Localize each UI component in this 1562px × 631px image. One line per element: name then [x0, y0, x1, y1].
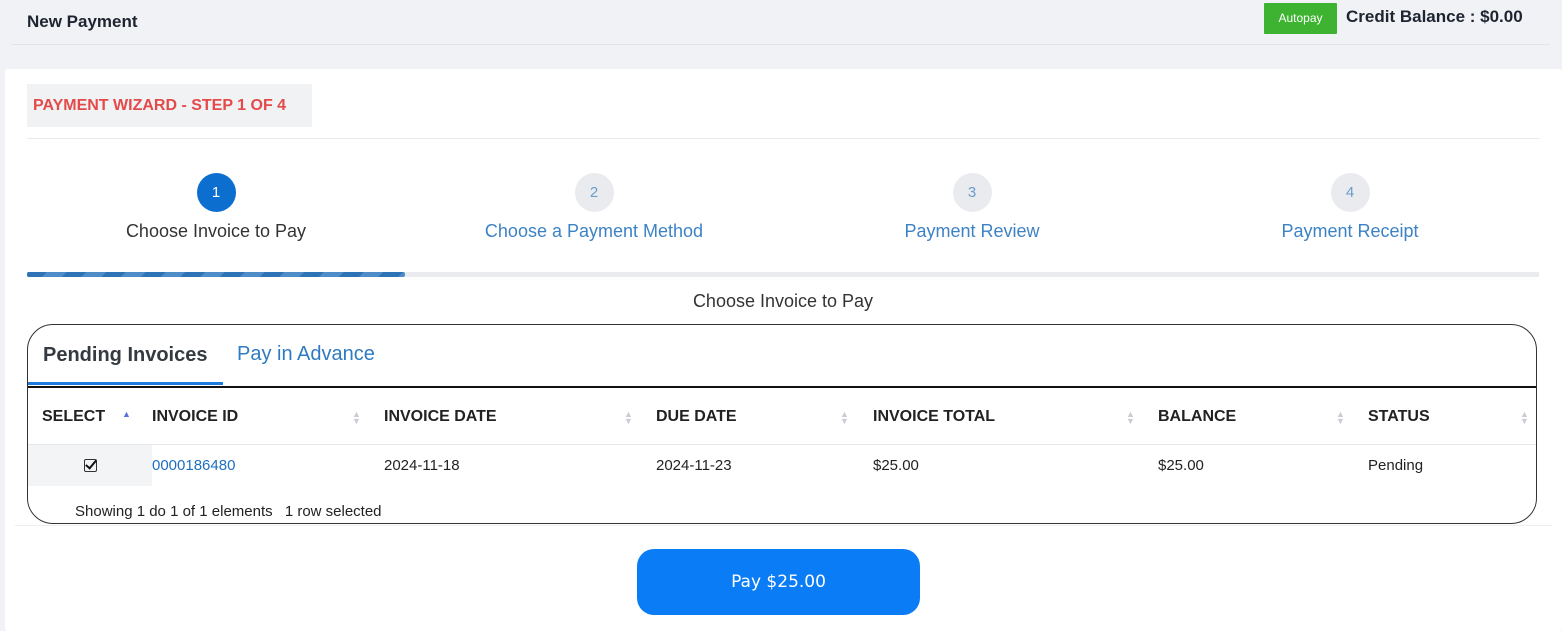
invoice-table: SELECT ▲ INVOICE ID ▲ ▼ INVOICE DATE ▲ ▼ D… [28, 390, 1536, 486]
step-number-3: 3 [952, 173, 992, 212]
column-header-select-label: SELECT [42, 407, 106, 425]
checkbox-checked-icon[interactable] [83, 459, 97, 473]
step-number-1: 1 [196, 173, 236, 212]
card-divider [27, 138, 1540, 139]
invoice-table-panel: Pending Invoices Pay in Advance SELECT ▲… [27, 324, 1537, 524]
wizard-step-3[interactable]: 3 Payment Review [783, 173, 1161, 242]
wizard-progress-fill [27, 272, 405, 277]
table-selection-info: 1 row selected [284, 503, 382, 520]
sort-arrows-icon[interactable]: ▲ ▼ [352, 410, 361, 426]
table-row[interactable]: 0000186480 2024-11-18 2024-11-23 $25.00 … [28, 444, 1536, 486]
wizard-step-4[interactable]: 4 Payment Receipt [1161, 173, 1539, 242]
table-info-count: Showing 1 do 1 of 1 elements [75, 503, 273, 520]
column-header-invoice-date-label: INVOICE DATE [384, 407, 497, 425]
column-header-invoice-id[interactable]: INVOICE ID ▲ ▼ [152, 390, 384, 445]
sort-asc-icon[interactable]: ▲ [122, 410, 131, 419]
invoice-id-link[interactable]: 0000186480 [152, 457, 235, 474]
payment-card: PAYMENT WIZARD - STEP 1 OF 4 1 Choose In… [5, 69, 1562, 631]
column-header-status-label: STATUS [1368, 407, 1430, 425]
column-header-status[interactable]: STATUS ▲ ▼ [1368, 390, 1536, 445]
wizard-step-2[interactable]: 2 Choose a Payment Method [405, 173, 783, 242]
autopay-button[interactable]: Autopay [1264, 3, 1337, 34]
sort-arrows-icon[interactable]: ▲ ▼ [840, 410, 849, 426]
pay-button[interactable]: Pay $25.00 [637, 549, 920, 615]
table-info: Showing 1 do 1 of 1 elements 1 row selec… [75, 503, 390, 520]
step-label-1: Choose Invoice to Pay [125, 221, 307, 241]
step-label-3: Payment Review [904, 221, 1040, 241]
tab-pay-in-advance[interactable]: Pay in Advance [237, 343, 375, 381]
section-title: Choose Invoice to Pay [692, 291, 874, 311]
step-number-4: 4 [1330, 173, 1370, 212]
row-select-cell[interactable] [28, 444, 152, 486]
header-divider [12, 44, 1550, 45]
column-header-due-date-label: DUE DATE [656, 407, 737, 425]
step-label-4: Payment Receipt [1281, 221, 1419, 241]
table-header-row: SELECT ▲ INVOICE ID ▲ ▼ INVOICE DATE ▲ ▼ D… [28, 390, 1536, 445]
invoice-total-cell: $25.00 [873, 456, 919, 474]
due-date-cell: 2024-11-23 [656, 456, 732, 474]
column-header-invoice-date[interactable]: INVOICE DATE ▲ ▼ [384, 390, 656, 445]
page-title: New Payment [27, 12, 138, 31]
column-header-invoice-total-label: INVOICE TOTAL [873, 407, 996, 425]
balance-cell: $25.00 [1158, 456, 1204, 474]
column-header-due-date[interactable]: DUE DATE ▲ ▼ [656, 390, 873, 445]
sort-arrows-icon[interactable]: ▲ ▼ [624, 410, 633, 426]
wizard-step-1[interactable]: 1 Choose Invoice to Pay [27, 173, 405, 242]
page-header: New Payment Autopay Credit Balance : $0.… [0, 0, 1562, 46]
sort-arrows-icon[interactable]: ▲ ▼ [1520, 410, 1529, 426]
step-label-2: Choose a Payment Method [484, 221, 704, 241]
invoice-date-cell: 2024-11-18 [384, 456, 460, 474]
invoice-tabs: Pending Invoices Pay in Advance [28, 325, 1536, 388]
column-header-invoice-id-label: INVOICE ID [152, 407, 239, 425]
wizard-title: PAYMENT WIZARD - STEP 1 OF 4 [27, 84, 312, 127]
tab-pending-invoices[interactable]: Pending Invoices [28, 344, 224, 385]
footer-divider [15, 525, 1552, 526]
wizard-progress-bar [27, 272, 1539, 277]
sort-arrows-icon[interactable]: ▲ ▼ [1336, 410, 1345, 426]
column-header-select[interactable]: SELECT ▲ [28, 390, 152, 445]
status-cell: Pending [1368, 456, 1424, 474]
column-header-balance[interactable]: BALANCE ▲ ▼ [1158, 390, 1368, 445]
column-header-balance-label: BALANCE [1158, 407, 1237, 425]
column-header-invoice-total[interactable]: INVOICE TOTAL ▲ ▼ [873, 390, 1158, 445]
step-number-2: 2 [574, 173, 614, 212]
wizard-steps: 1 Choose Invoice to Pay 2 Choose a Payme… [27, 173, 1539, 247]
credit-balance: Credit Balance : $0.00 [1346, 7, 1523, 26]
sort-arrows-icon[interactable]: ▲ ▼ [1126, 410, 1135, 426]
